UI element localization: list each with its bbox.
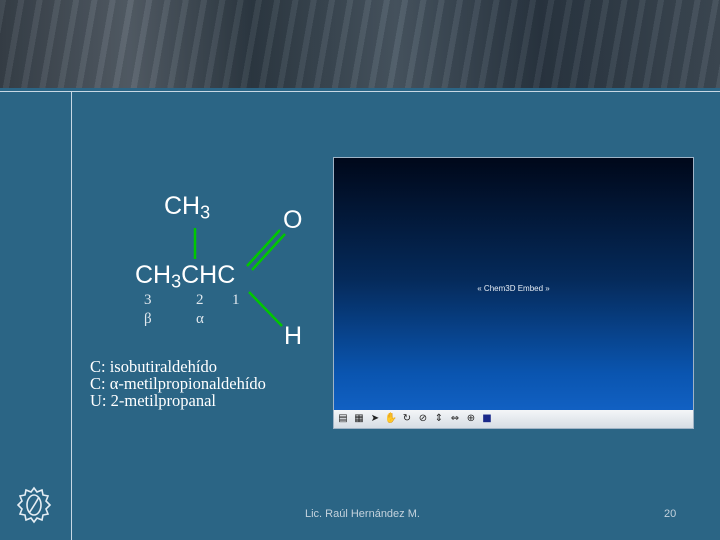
- embed-toolbar: ▤ ▦ ➤ ✋ ↻ ⊘ ⇕ ⇔ ⊕ ■: [334, 410, 693, 428]
- header-banner: [0, 0, 720, 88]
- gear-logo-icon: [16, 486, 52, 524]
- bond-aldehyde-h: [248, 291, 283, 327]
- hand-icon[interactable]: ✋: [385, 413, 397, 425]
- rotate-icon[interactable]: ↻: [401, 413, 413, 425]
- translate-icon[interactable]: ⇕: [433, 413, 445, 425]
- embed-label: « Chem3D Embed »: [477, 284, 550, 293]
- axis-icon[interactable]: ⊕: [465, 413, 477, 425]
- bond-double-2: [251, 233, 286, 271]
- horizontal-rule: [0, 91, 720, 92]
- chain-sub: 3: [171, 271, 182, 292]
- greek-beta: β: [144, 311, 152, 327]
- chain-part2: CHC: [181, 261, 236, 289]
- carbonyl-oxygen: O: [283, 206, 303, 234]
- main-chain: CH3CHC: [135, 261, 235, 293]
- greek-alpha: α: [196, 311, 204, 327]
- carbon-number-1: 1: [232, 292, 240, 308]
- page-number: 20: [664, 508, 677, 520]
- compound-names: C: isobutiraldehído C: α-metilpropionald…: [90, 358, 266, 409]
- chain-part1: CH: [135, 261, 172, 289]
- zoom-icon[interactable]: ⊘: [417, 413, 429, 425]
- arrows-icon[interactable]: ⇔: [449, 413, 461, 425]
- carbon-number-3: 3: [144, 292, 152, 308]
- aldehyde-hydrogen: H: [284, 322, 303, 350]
- carbon-number-2: 2: [196, 292, 204, 308]
- name-iupac: U: 2-metilpropanal: [90, 391, 217, 410]
- chem3d-embed[interactable]: « Chem3D Embed » ▤ ▦ ➤ ✋ ↻ ⊘ ⇕ ⇔ ⊕ ■: [333, 157, 694, 429]
- stop-icon[interactable]: ■: [481, 413, 493, 425]
- name-common-2: C: α-metilpropionaldehído: [90, 374, 266, 393]
- bond-double-1: [246, 229, 281, 267]
- file-icon[interactable]: ▤: [337, 413, 349, 425]
- name-common-1: C: isobutiraldehído: [90, 357, 217, 376]
- arrow-cursor-icon[interactable]: ➤: [369, 413, 381, 425]
- vertical-rule: [71, 91, 72, 540]
- footer-author: Lic. Raúl Hernández M.: [305, 508, 420, 520]
- grid-icon[interactable]: ▦: [353, 413, 365, 425]
- methyl-group-top: CH3: [164, 192, 210, 224]
- methyl-top-base: CH: [164, 192, 201, 220]
- methyl-top-sub: 3: [200, 202, 211, 223]
